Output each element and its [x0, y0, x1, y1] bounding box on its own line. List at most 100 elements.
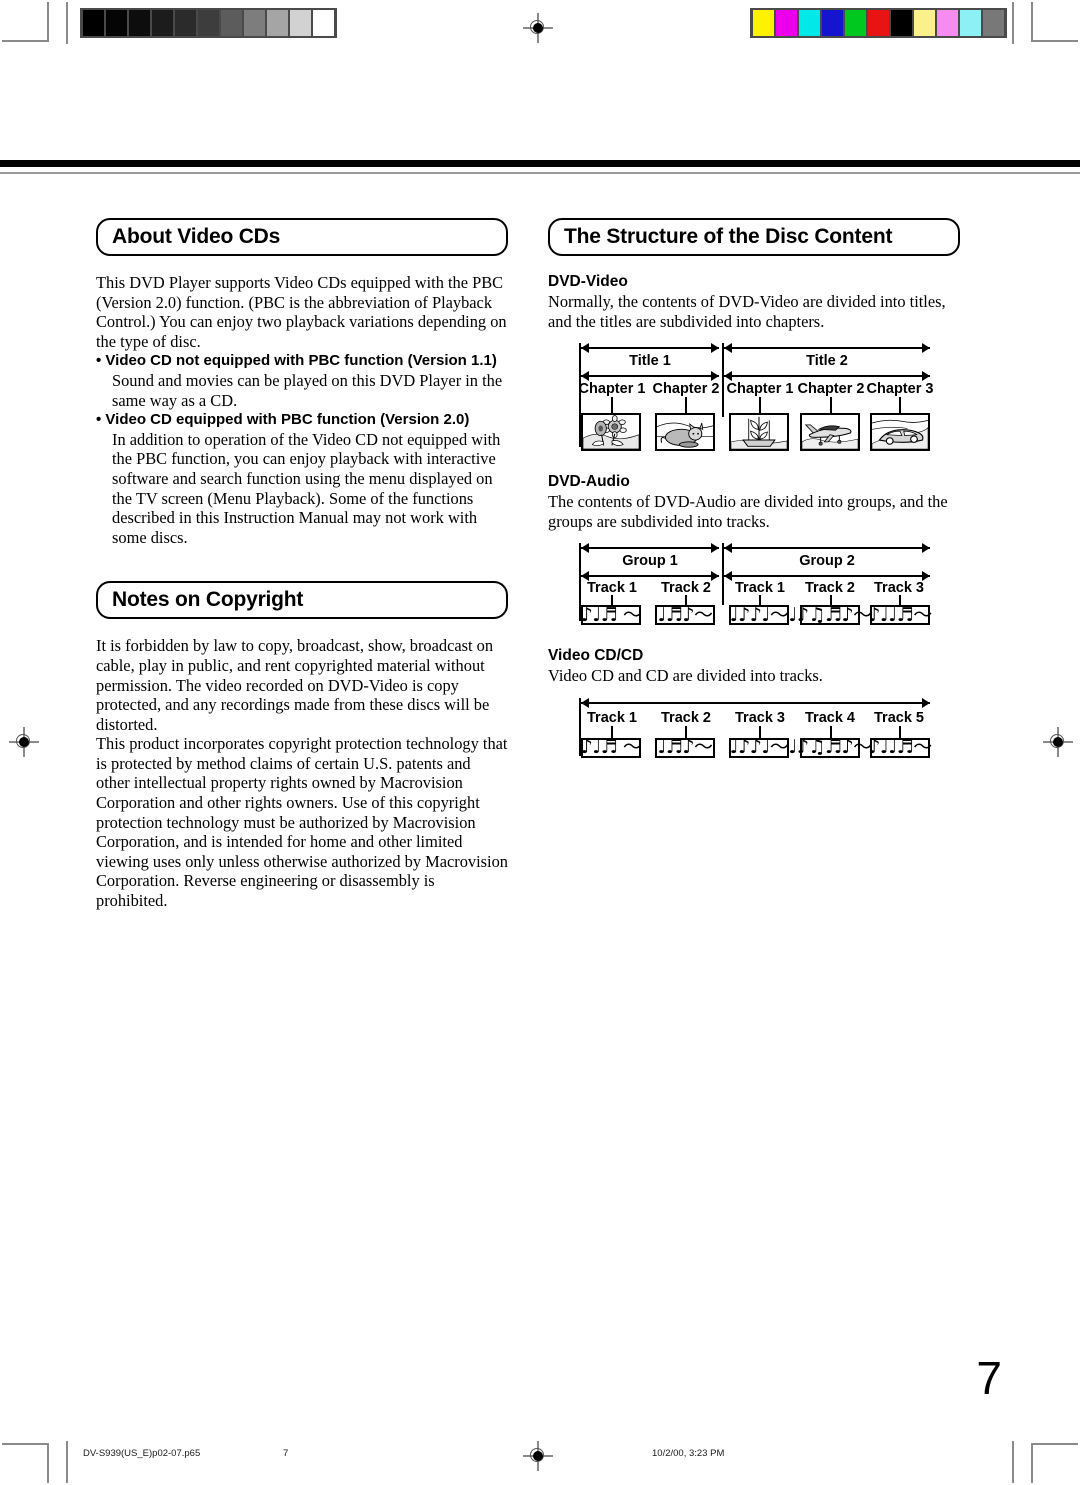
video-cd-note-box-2: ♩♬♪〜	[655, 737, 715, 758]
section-title-about-video-cds: About Video CDs	[96, 218, 508, 256]
copyright-paragraph-1: It is forbidden by law to copy, broadcas…	[96, 636, 494, 734]
leader-line-5	[899, 397, 901, 414]
video-cd-body: Video CD and CD are divided into tracks.	[548, 666, 823, 686]
group-1-track-2-label: Track 2	[661, 580, 711, 597]
leader-line-2	[685, 397, 687, 414]
grayscale-patch-11	[313, 10, 334, 36]
thumbnail-airplane	[800, 413, 860, 452]
leader-line-1	[611, 397, 613, 414]
registration-target-left	[9, 727, 39, 757]
bullet-body-version-2-0: In addition to operation of the Video CD…	[112, 429, 501, 547]
crop-mark-top-left-v	[47, 2, 49, 42]
color-patch-11	[983, 10, 1004, 36]
color-patch-10	[960, 10, 981, 36]
grayscale-patch-8	[244, 10, 265, 36]
crop-mark-bottom-left-v	[47, 1443, 49, 1483]
bullet-heading-version-1-1: • Video CD not equipped with PBC functio…	[96, 352, 497, 370]
audio-note-box-3: ♩♪♪♩〜	[729, 603, 789, 626]
left-column: About Video CDs This DVD Player supports…	[96, 218, 508, 911]
grayscale-patch-6	[198, 10, 219, 36]
registration-target-top	[523, 13, 553, 43]
grayscale-patch-7	[221, 10, 242, 36]
spacer-after-dvd-video	[548, 451, 960, 473]
grayscale-calibration-strip	[80, 8, 337, 38]
color-patch-2	[776, 10, 797, 36]
crop-mark-top-right-v	[1031, 2, 1033, 42]
title-1-chapters-span-arrow	[581, 371, 719, 382]
thumbnail-sailing-ship	[729, 413, 789, 452]
video-cd-diagram: Track 1 Track 2 Track 3 Track 4 Track 5 …	[548, 697, 960, 760]
crop-mark-bottom-right-inner	[1012, 1441, 1014, 1483]
registration-target-right	[1043, 727, 1073, 757]
video-cd-note-box-3: ♩♪♪♩〜	[729, 736, 789, 759]
video-cd-track-4-label: Track 4	[805, 709, 855, 726]
header-rule-thick	[0, 160, 1080, 167]
subheading-dvd-video: DVD-Video	[548, 273, 628, 290]
crop-mark-top-left-h	[2, 40, 47, 42]
title-2-chapter-3-label: Chapter 3	[866, 381, 934, 398]
group-2-label: Group 2	[799, 553, 855, 570]
video-cd-note-box-4: ♩♪♫♬♪〜	[788, 736, 872, 759]
section-title-disc-structure: The Structure of the Disc Content	[548, 218, 960, 256]
video-cd-track-3-label: Track 3	[735, 709, 785, 726]
copyright-paragraph-2: This product incorporates copyright prot…	[96, 734, 508, 911]
about-video-cds-intro: This DVD Player supports Video CDs equip…	[96, 273, 507, 351]
audio-note-box-1: ♪♩♬ 〜	[580, 603, 642, 626]
crop-mark-bottom-left-h	[2, 1443, 47, 1445]
group-1-track-1-label: Track 1	[587, 580, 637, 597]
group-2-track-3-label: Track 3	[874, 580, 924, 597]
video-cd-tracks-span-arrow	[581, 697, 930, 708]
crop-mark-top-right-inner	[1012, 2, 1014, 44]
crop-mark-bottom-right-h	[1033, 1443, 1078, 1445]
title-2-chapter-2-label: Chapter 2	[797, 381, 865, 398]
crop-mark-bottom-left-inner	[66, 1441, 68, 1483]
video-cd-note-box-5: ♪♩♩♬〜	[868, 736, 932, 759]
group-2-span-arrow	[724, 543, 930, 554]
title-2-span-arrow	[724, 343, 930, 354]
video-cd-track-1-label: Track 1	[587, 709, 637, 726]
page-number: 7	[976, 1352, 1002, 1404]
footer-filename: DV-S939(US_E)p02-07.p65	[83, 1448, 201, 1459]
title-1-label: Title 1	[629, 353, 671, 370]
dvd-audio-diagram: Group 1 Group 2 Track 1 Track 2 Track 1 …	[548, 543, 960, 626]
leader-line-3	[759, 397, 761, 414]
right-column: The Structure of the Disc Content DVD-Vi…	[548, 218, 960, 760]
group-2-track-1-label: Track 1	[735, 580, 785, 597]
group-1-label: Group 1	[622, 553, 678, 570]
thumbnail-car	[870, 413, 930, 452]
color-patch-7	[891, 10, 912, 36]
dvd-video-body: Normally, the contents of DVD-Video are …	[548, 292, 946, 331]
video-cd-track-2-label: Track 2	[661, 709, 711, 726]
grayscale-patch-3	[129, 10, 150, 36]
video-cd-track-5-label: Track 5	[874, 709, 924, 726]
color-patch-5	[845, 10, 866, 36]
group-1-span-arrow	[581, 543, 719, 554]
title-1-chapter-1-label: Chapter 1	[578, 381, 646, 398]
subheading-video-cd-cd: Video CD/CD	[548, 647, 644, 665]
crop-mark-top-left-inner	[66, 2, 68, 44]
spacer-after-dvd-audio	[548, 625, 960, 647]
color-patch-6	[868, 10, 889, 36]
video-cd-note-box-1: ♪♩♬ 〜	[580, 736, 642, 759]
crop-mark-bottom-right-v	[1031, 1443, 1033, 1483]
grayscale-patch-1	[83, 10, 104, 36]
color-patch-3	[799, 10, 820, 36]
grayscale-patch-10	[290, 10, 311, 36]
color-calibration-strip	[750, 8, 1007, 38]
audio-note-box-4: ♩♪♫♬♪〜	[788, 603, 872, 626]
title-2-chapter-1-label: Chapter 1	[726, 381, 794, 398]
audio-note-box-2: ♩♬♪〜	[655, 605, 715, 626]
subheading-dvd-audio: DVD-Audio	[548, 473, 630, 491]
footer-timestamp: 10/2/00, 3:23 PM	[652, 1448, 725, 1459]
color-patch-9	[937, 10, 958, 36]
group-2-track-2-label: Track 2	[805, 580, 855, 597]
crop-mark-top-right-h	[1033, 40, 1078, 42]
registration-target-bottom	[523, 1441, 553, 1471]
color-patch-8	[914, 10, 935, 36]
footer-page-label: 7	[283, 1448, 289, 1459]
title-1-span-arrow	[581, 343, 719, 354]
dvd-audio-body: The contents of DVD-Audio are divided in…	[548, 492, 948, 531]
dvd-video-diagram: Title 1 Title 2 Chapter 1 Chapter 2 Chap…	[548, 343, 960, 452]
thumbnail-sunflowers	[581, 413, 641, 452]
